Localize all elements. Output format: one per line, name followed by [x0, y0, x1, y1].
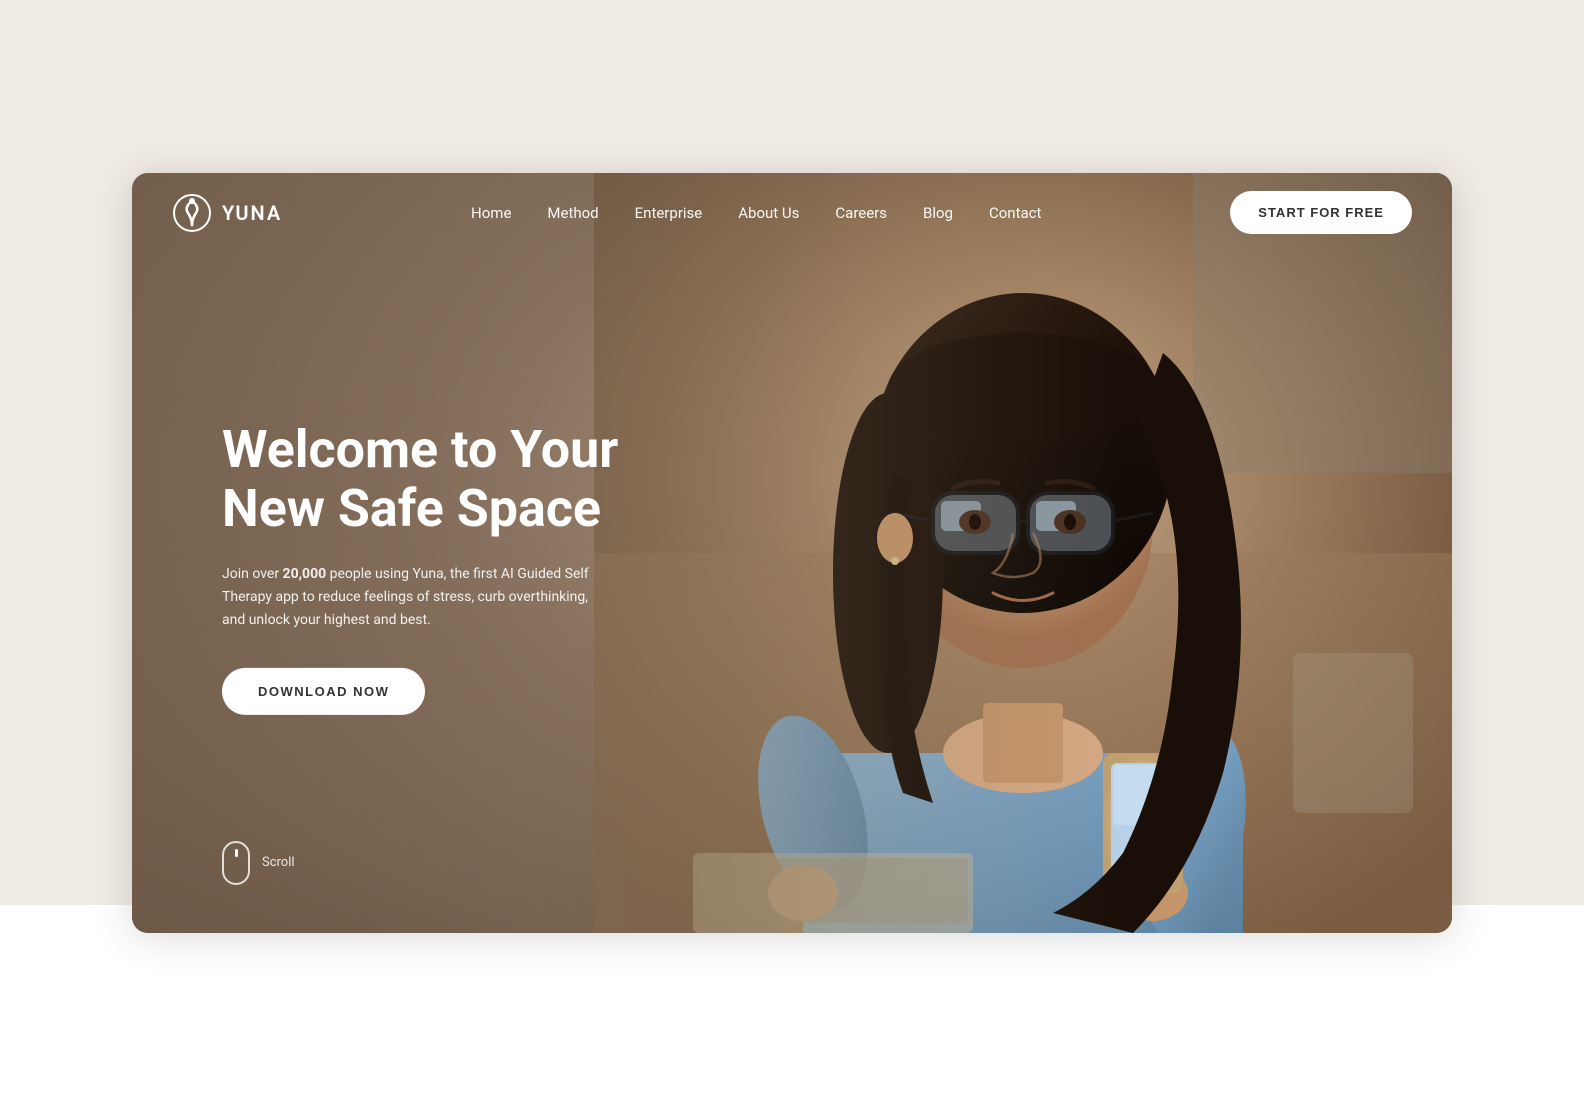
navbar: YUNA Home Method Enterprise About Us Car…	[132, 173, 1452, 253]
nav-link-method[interactable]: Method	[547, 204, 598, 222]
nav-item-careers[interactable]: Careers	[835, 203, 887, 222]
nav-item-contact[interactable]: Contact	[989, 203, 1041, 222]
nav-link-careers[interactable]: Careers	[835, 204, 887, 222]
logo-text: YUNA	[222, 201, 282, 225]
hero-title-line2: New Safe Space	[222, 478, 601, 539]
start-free-button[interactable]: START FOR FREE	[1230, 191, 1412, 234]
nav-link-about[interactable]: About Us	[738, 204, 799, 222]
nav-item-blog[interactable]: Blog	[923, 203, 953, 222]
download-now-button[interactable]: DOWNLOAD NOW	[222, 668, 425, 715]
nav-link-home[interactable]: Home	[471, 204, 511, 222]
hero-description: Join over 20,000 people using Yuna, the …	[222, 563, 592, 632]
nav-link-enterprise[interactable]: Enterprise	[635, 204, 703, 222]
nav-item-about[interactable]: About Us	[738, 203, 799, 222]
nav-item-home[interactable]: Home	[471, 203, 511, 222]
hero-content: Welcome to Your New Safe Space Join over…	[222, 419, 618, 715]
hero-title-line1: Welcome to Your	[222, 418, 618, 479]
page-wrapper: YUNA Home Method Enterprise About Us Car…	[132, 173, 1452, 933]
nav-links: Home Method Enterprise About Us Careers …	[471, 203, 1041, 222]
scroll-label: Scroll	[262, 855, 295, 870]
nav-link-contact[interactable]: Contact	[989, 204, 1041, 222]
nav-item-enterprise[interactable]: Enterprise	[635, 203, 703, 222]
nav-item-method[interactable]: Method	[547, 203, 598, 222]
scroll-dot	[235, 849, 238, 857]
scroll-indicator: Scroll	[222, 841, 295, 885]
hero-title: Welcome to Your New Safe Space	[222, 419, 618, 539]
mouse-icon	[222, 841, 250, 885]
logo-icon	[172, 193, 212, 233]
hero-user-count: 20,000	[283, 566, 327, 582]
nav-link-blog[interactable]: Blog	[923, 204, 953, 222]
logo-link[interactable]: YUNA	[172, 193, 282, 233]
